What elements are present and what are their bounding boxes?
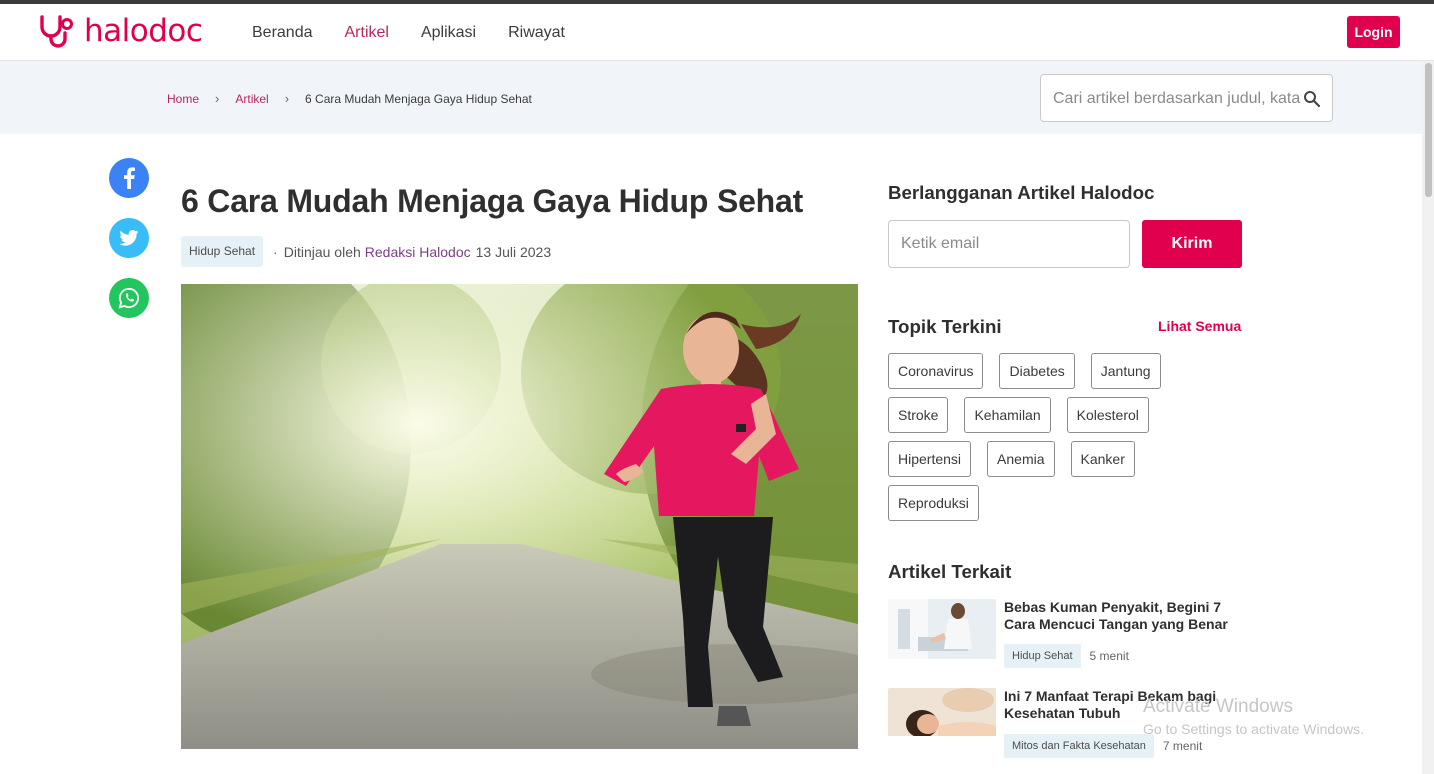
chip-row: Reproduksi	[888, 485, 1248, 521]
breadcrumb-bar: Home › Artikel › 6 Cara Mudah Menjaga Ga…	[0, 61, 1422, 134]
nav-riwayat[interactable]: Riwayat	[508, 22, 565, 44]
scrollbar-thumb[interactable]	[1425, 63, 1432, 197]
watermark-line-1: Activate Windows	[1143, 696, 1293, 717]
article-intro-text	[181, 764, 781, 774]
related-article-title[interactable]: Bebas Kuman Penyakit, Begini 7 Cara Menc…	[1004, 599, 1236, 633]
email-field	[888, 220, 1130, 268]
reviewed-label: Ditinjau oleh	[283, 243, 361, 260]
windows-activation-watermark: Activate Windows Go to Settings to activ…	[1143, 695, 1364, 737]
see-all-link[interactable]: Lihat Semua	[1158, 318, 1241, 334]
search-icon[interactable]	[1303, 90, 1321, 113]
related-article-tag[interactable]: Mitos dan Fakta Kesehatan	[1004, 734, 1154, 758]
chevron-right-icon: ›	[215, 91, 220, 106]
facebook-icon	[124, 167, 135, 189]
whatsapp-icon	[118, 287, 140, 309]
topic-chip[interactable]: Kolesterol	[1066, 397, 1149, 433]
chip-row: Hipertensi Anemia Kanker	[888, 441, 1248, 477]
chip-row: Stroke Kehamilan Kolesterol	[888, 397, 1248, 433]
topic-chip[interactable]: Coronavirus	[888, 353, 984, 389]
article-meta: Hidup Sehat · Ditinjau oleh Redaksi Halo…	[181, 236, 551, 267]
twitter-icon	[119, 230, 139, 246]
related-article-tag[interactable]: Hidup Sehat	[1004, 644, 1081, 668]
kirim-button[interactable]: Kirim	[1142, 220, 1242, 268]
chevron-right-icon: ›	[284, 91, 290, 106]
nav-aplikasi[interactable]: Aplikasi	[421, 22, 476, 44]
related-article-thumbnail[interactable]	[888, 688, 996, 748]
topics-title: Topik Terkini	[888, 316, 1002, 337]
page-scrollbar[interactable]	[1422, 61, 1434, 774]
breadcrumb: Home › Artikel › 6 Cara Mudah Menjaga Ga…	[167, 91, 532, 106]
chip-row: Coronavirus Diabetes Jantung	[888, 353, 1248, 389]
article-search	[1040, 74, 1333, 122]
share-twitter-button[interactable]	[109, 218, 149, 258]
topic-chip[interactable]: Anemia	[987, 441, 1055, 477]
nav-artikel[interactable]: Artikel	[345, 22, 389, 44]
related-title: Artikel Terkait	[888, 561, 1012, 582]
topic-chip[interactable]: Hipertensi	[888, 441, 972, 477]
subscribe-title: Berlangganan Artikel Halodoc	[888, 182, 1155, 203]
site-header: halodoc Beranda Artikel Aplikasi Riwayat…	[0, 4, 1434, 61]
breadcrumb-current: 6 Cara Mudah Menjaga Gaya Hidup Sehat	[305, 91, 532, 106]
related-article-meta: Hidup Sehat 5 menit	[1004, 644, 1129, 668]
category-tag[interactable]: Hidup Sehat	[181, 236, 264, 267]
article-title: 6 Cara Mudah Menjaga Gaya Hidup Sehat	[181, 183, 804, 219]
topic-chip[interactable]: Reproduksi	[888, 485, 979, 521]
breadcrumb-home[interactable]: Home	[167, 92, 199, 106]
reviewer-link[interactable]: Redaksi Halodoc	[365, 244, 471, 260]
read-time: 5 menit	[1089, 649, 1129, 663]
halodoc-logo[interactable]: halodoc	[38, 13, 203, 49]
share-whatsapp-button[interactable]	[109, 278, 149, 318]
login-button[interactable]: Login	[1347, 16, 1400, 48]
search-input[interactable]	[1053, 87, 1303, 111]
related-article-meta: Mitos dan Fakta Kesehatan 7 menit	[1004, 734, 1202, 758]
logo-text: halodoc	[84, 13, 203, 49]
watermark-line-2: Go to Settings to activate Windows.	[1143, 721, 1364, 737]
main-nav: Beranda Artikel Aplikasi Riwayat	[252, 22, 565, 44]
email-input[interactable]	[901, 233, 1116, 255]
related-article[interactable]: Bebas Kuman Penyakit, Begini 7 Cara Menc…	[888, 599, 1248, 669]
topic-chips: Coronavirus Diabetes Jantung Stroke Keha…	[888, 353, 1248, 529]
topic-chip[interactable]: Kanker	[1070, 441, 1135, 477]
separator-dot: ·	[273, 243, 278, 260]
topic-chip[interactable]: Kehamilan	[964, 397, 1051, 433]
topic-chip[interactable]: Stroke	[888, 397, 949, 433]
topic-chip[interactable]: Diabetes	[999, 353, 1075, 389]
read-time: 7 menit	[1162, 739, 1203, 753]
share-facebook-button[interactable]	[109, 158, 149, 198]
article-hero-image	[181, 284, 858, 749]
stethoscope-icon	[40, 15, 73, 48]
breadcrumb-artikel[interactable]: Artikel	[235, 92, 268, 106]
nav-beranda[interactable]: Beranda	[252, 22, 313, 44]
article-date: 13 Juli 2023	[475, 243, 552, 260]
related-article-thumbnail[interactable]	[888, 599, 996, 659]
topic-chip[interactable]: Jantung	[1090, 353, 1161, 389]
